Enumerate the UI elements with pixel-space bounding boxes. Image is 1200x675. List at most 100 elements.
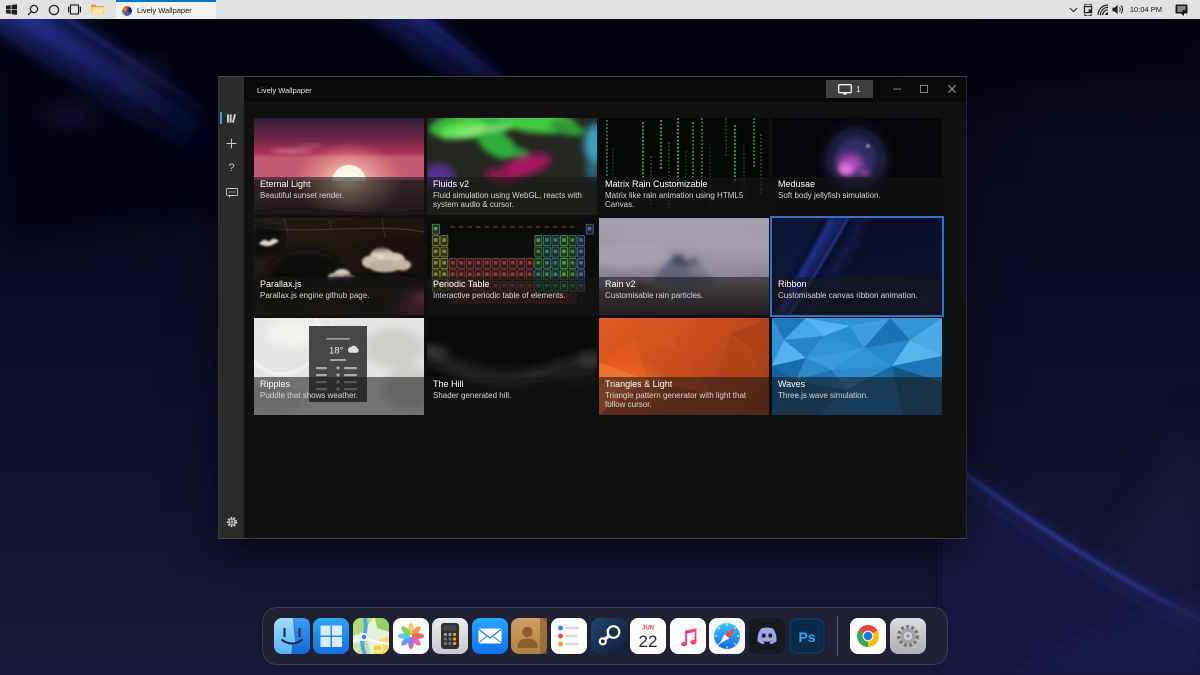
contacts-icon [511, 618, 547, 654]
wallpaper-tile-waves[interactable]: Waves Three.js wave simulation. [772, 318, 942, 415]
taskbar-clock[interactable]: 10:04 PM [1126, 5, 1162, 14]
dock-finder[interactable] [272, 607, 312, 665]
tile-description: Matrix like rain animation using HTML5 C… [605, 191, 757, 211]
dock-mail[interactable] [470, 607, 510, 665]
tile-description: Interactive periodic table of elements. [433, 291, 585, 301]
cortana-icon [48, 4, 60, 16]
tile-caption: Waves Three.js wave simulation. [772, 377, 942, 415]
calculator-icon [432, 618, 468, 654]
music-icon [670, 618, 706, 654]
dock-steam[interactable] [589, 607, 629, 665]
tile-caption: Rain v2 Customisable rain particles. [599, 277, 769, 315]
wallpaper-tile-ribbon[interactable]: Ribbon Customisable canvas ribbon animat… [772, 218, 942, 315]
dock-windows[interactable] [312, 607, 352, 665]
photoshop-icon: Ps [789, 618, 825, 654]
chrome-icon [850, 618, 886, 654]
finder-icon [274, 618, 310, 654]
speaker-icon [1112, 4, 1125, 15]
tile-description: Three.js wave simulation. [778, 391, 930, 401]
tile-title: Parallax.js [260, 279, 424, 291]
ripples-temp-text: 18° [329, 346, 344, 357]
dock-calculator[interactable] [430, 607, 470, 665]
tile-title: Ribbon [778, 279, 942, 291]
tray-network-button[interactable] [1096, 0, 1111, 19]
taskbar-app-lively-wallpaper[interactable]: Lively Wallpaper [116, 0, 216, 19]
taskbar: Lively Wallpaper [0, 0, 1200, 19]
dock: JUN 22 [262, 607, 948, 665]
tile-caption: Medusae Soft body jellyfish simulation. [772, 177, 942, 215]
dock-chrome[interactable] [848, 607, 888, 665]
dock-photos[interactable] [391, 607, 431, 665]
tile-caption: Matrix Rain Customizable Matrix like rai… [599, 177, 769, 215]
lively-wallpaper-window: ? Lively Wallpaper [218, 76, 967, 539]
dock-maps[interactable] [351, 607, 391, 665]
tile-description: Customisable rain particles. [605, 291, 757, 301]
taskbar-empty-area [216, 0, 1066, 19]
wallpaper-tile-periodic-table[interactable]: Periodic Table Interactive periodic tabl… [427, 218, 597, 315]
screen: Lively Wallpaper [0, 0, 1200, 675]
dock-music[interactable] [668, 607, 708, 665]
wifi-icon [1097, 4, 1109, 16]
tray-lively-button[interactable] [1081, 0, 1096, 19]
action-center-button[interactable] [1162, 0, 1200, 19]
tile-title: Ripples [260, 379, 424, 391]
wallpaper-tile-ripples[interactable]: 18° Ripples Puddle that shows weather. [254, 318, 424, 415]
photoshop-label: Ps [798, 629, 815, 645]
tile-title: Matrix Rain Customizable [605, 179, 769, 191]
tile-caption: Eternal Light Beautiful sunset render. [254, 177, 424, 215]
tile-caption: Parallax.js Parallax.js engine github pa… [254, 277, 424, 315]
tile-title: The Hill [433, 379, 597, 391]
dock-photoshop[interactable]: Ps [787, 607, 827, 665]
wallpaper-grid: Eternal Light Beautiful sunset render. [219, 77, 968, 538]
start-button[interactable] [0, 0, 22, 19]
safari-icon [709, 618, 745, 654]
reminders-icon [551, 618, 587, 654]
wallpaper-tile-parallax-js[interactable]: Parallax.js Parallax.js engine github pa… [254, 218, 424, 315]
tile-caption: Triangles & Light Triangle pattern gener… [599, 377, 769, 415]
tile-title: Medusae [778, 179, 942, 191]
dock-contacts[interactable] [510, 607, 550, 665]
tray-volume-button[interactable] [1111, 0, 1126, 19]
tile-description: Soft body jellyfish simulation. [778, 191, 930, 201]
wallpaper-tile-rain-v2[interactable]: Rain v2 Customisable rain particles. [599, 218, 769, 315]
taskbar-app-label: Lively Wallpaper [137, 6, 192, 15]
tile-description: Puddle that shows weather. [260, 391, 412, 401]
dock-separator [826, 607, 848, 665]
dock-safari[interactable] [708, 607, 748, 665]
tile-title: Triangles & Light [605, 379, 769, 391]
dock-discord[interactable] [747, 607, 787, 665]
dock-calendar[interactable]: JUN 22 [628, 607, 668, 665]
wallpaper-tile-triangles-light[interactable]: Triangles & Light Triangle pattern gener… [599, 318, 769, 415]
tile-description: Customisable canvas ribbon animation. [778, 291, 930, 301]
tile-description: Beautiful sunset render. [260, 191, 412, 201]
discord-icon [749, 618, 785, 654]
photos-icon [393, 618, 429, 654]
dock-system-settings[interactable] [888, 607, 928, 665]
tile-description: Triangle pattern generator with light th… [605, 391, 757, 411]
wallpaper-tile-fluids-v2[interactable]: Fluids v2 Fluid simulation using WebGL, … [427, 118, 597, 215]
wallpaper-tile-eternal-light[interactable]: Eternal Light Beautiful sunset render. [254, 118, 424, 215]
tile-caption: Ribbon Customisable canvas ribbon animat… [772, 277, 942, 315]
tile-caption: Periodic Table Interactive periodic tabl… [427, 277, 597, 315]
windows-logo-icon [6, 4, 17, 15]
tile-description: Shader generated hill. [433, 391, 585, 401]
dock-separator-line [837, 616, 838, 656]
wallpaper-tile-matrix-rain[interactable]: Matrix Rain Customizable Matrix like rai… [599, 118, 769, 215]
mail-icon [472, 618, 508, 654]
system-settings-icon [890, 618, 926, 654]
search-button[interactable] [22, 0, 43, 19]
notification-icon [1175, 4, 1188, 16]
tile-title: Periodic Table [433, 279, 597, 291]
wallpaper-tile-the-hill[interactable]: The Hill Shader generated hill. [427, 318, 597, 415]
task-view-icon [68, 4, 81, 15]
task-view-button[interactable] [64, 0, 85, 19]
calendar-icon: JUN 22 [630, 618, 666, 654]
calendar-month: JUN [642, 626, 654, 632]
maps-icon [353, 618, 389, 654]
tile-title: Waves [778, 379, 942, 391]
wallpaper-tile-medusae[interactable]: Medusae Soft body jellyfish simulation. [772, 118, 942, 215]
cortana-button[interactable] [43, 0, 64, 19]
file-explorer-button[interactable] [87, 0, 108, 19]
show-hidden-icons-button[interactable] [1066, 0, 1081, 19]
dock-reminders[interactable] [549, 607, 589, 665]
